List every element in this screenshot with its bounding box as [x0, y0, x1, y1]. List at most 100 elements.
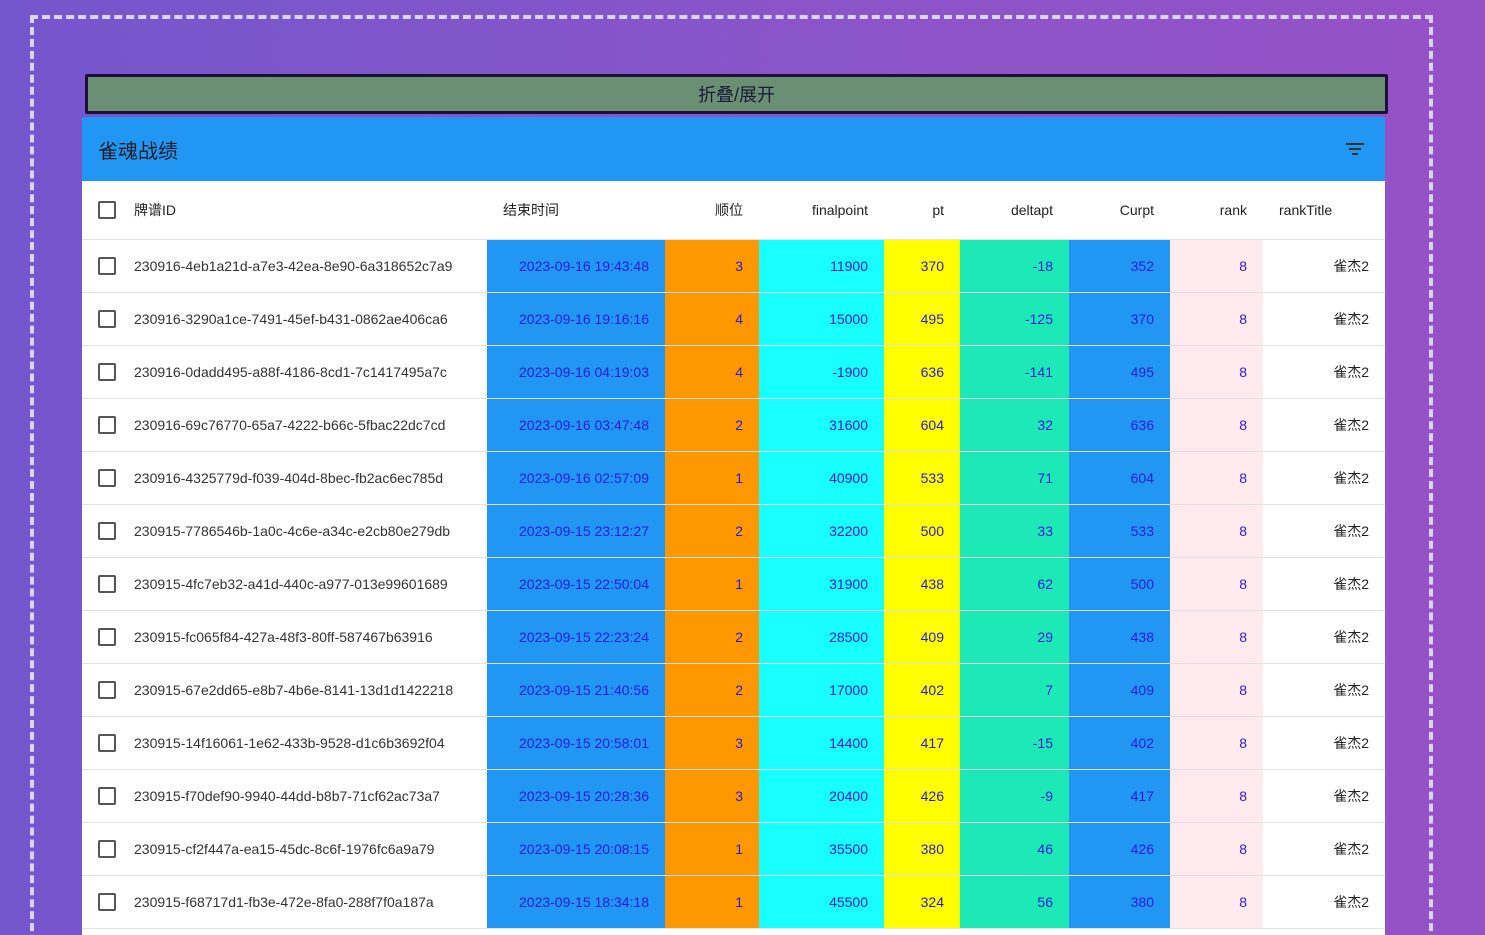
cell-pt: 324: [884, 875, 960, 929]
row-select-cell: [82, 663, 134, 717]
row-select-cell: [82, 822, 134, 876]
row-checkbox[interactable]: [98, 680, 116, 699]
cell-rank-title: 雀杰2: [1263, 610, 1385, 664]
select-all-checkbox[interactable]: [98, 200, 116, 219]
cell-rank: 8: [1170, 663, 1263, 717]
cell-finalpoint: 11900: [759, 239, 884, 293]
cell-id: 230916-4eb1a21d-a7e3-42ea-8e90-6a318652c…: [134, 239, 487, 293]
row-select-cell: [82, 398, 134, 452]
cell-deltapt: -18: [960, 239, 1069, 293]
table-row[interactable]: 230915-cf2f447a-ea15-45dc-8c6f-1976fc6a9…: [82, 822, 1385, 876]
row-checkbox[interactable]: [98, 733, 116, 752]
row-checkbox[interactable]: [98, 521, 116, 540]
row-checkbox[interactable]: [98, 309, 116, 328]
cell-rank-title: 雀杰2: [1263, 769, 1385, 823]
header-finalpoint[interactable]: finalpoint: [759, 181, 884, 240]
cell-finalpoint: 40900: [759, 451, 884, 505]
header-rank[interactable]: rank: [1170, 181, 1263, 240]
cell-rank: 8: [1170, 822, 1263, 876]
cell-deltapt: -125: [960, 292, 1069, 346]
header-rank-title[interactable]: rankTitle: [1263, 181, 1385, 240]
cell-end-time: 2023-09-15 23:12:27: [487, 504, 665, 558]
row-checkbox[interactable]: [98, 574, 116, 593]
cell-position: 3: [665, 716, 759, 770]
row-select-cell: [82, 345, 134, 399]
cell-deltapt: 62: [960, 557, 1069, 611]
table-row[interactable]: 230916-69c76770-65a7-4222-b66c-5fbac22dc…: [82, 398, 1385, 452]
table-row[interactable]: 230916-4eb1a21d-a7e3-42ea-8e90-6a318652c…: [82, 239, 1385, 293]
cell-end-time: 2023-09-16 04:19:03: [487, 345, 665, 399]
cell-end-time: 2023-09-15 21:40:56: [487, 663, 665, 717]
header-pt[interactable]: pt: [884, 181, 960, 240]
table-row[interactable]: 230916-3290a1ce-7491-45ef-b431-0862ae406…: [82, 292, 1385, 346]
cell-pt: 438: [884, 557, 960, 611]
cell-rank: 8: [1170, 557, 1263, 611]
table-row[interactable]: 230916-0dadd495-a88f-4186-8cd1-7c1417495…: [82, 345, 1385, 399]
table-row[interactable]: 230916-4325779d-f039-404d-8bec-fb2ac6ec7…: [82, 451, 1385, 505]
row-checkbox[interactable]: [98, 839, 116, 858]
cell-id: 230915-7786546b-1a0c-4c6e-a34c-e2cb80e27…: [134, 504, 487, 558]
row-select-cell: [82, 451, 134, 505]
cell-pt: 417: [884, 716, 960, 770]
row-checkbox[interactable]: [98, 892, 116, 911]
cell-rank: 8: [1170, 451, 1263, 505]
cell-end-time: 2023-09-16 19:16:16: [487, 292, 665, 346]
header-end-time[interactable]: 结束时间: [487, 181, 665, 240]
header-deltapt[interactable]: deltapt: [960, 181, 1069, 240]
cell-end-time: 2023-09-15 18:34:18: [487, 875, 665, 929]
cell-finalpoint: 32200: [759, 504, 884, 558]
row-checkbox[interactable]: [98, 468, 116, 487]
cell-finalpoint: 31900: [759, 557, 884, 611]
cell-position: 2: [665, 398, 759, 452]
row-checkbox[interactable]: [98, 786, 116, 805]
cell-id: 230916-3290a1ce-7491-45ef-b431-0862ae406…: [134, 292, 487, 346]
cell-rank-title: 雀杰2: [1263, 663, 1385, 717]
cell-deltapt: 29: [960, 610, 1069, 664]
row-checkbox[interactable]: [98, 415, 116, 434]
cell-curpt: 636: [1069, 398, 1170, 452]
cell-pt: 370: [884, 239, 960, 293]
cell-finalpoint: 28500: [759, 610, 884, 664]
cell-deltapt: 71: [960, 451, 1069, 505]
records-table: 牌谱ID 结束时间 顺位 finalpoint pt deltapt Curpt…: [82, 181, 1385, 929]
header-curpt[interactable]: Curpt: [1069, 181, 1170, 240]
table-row[interactable]: 230915-4fc7eb32-a41d-440c-a977-013e99601…: [82, 557, 1385, 611]
row-checkbox[interactable]: [98, 256, 116, 275]
cell-curpt: 533: [1069, 504, 1170, 558]
table-title: 雀魂战绩: [98, 140, 178, 163]
cell-rank: 8: [1170, 716, 1263, 770]
cell-curpt: 438: [1069, 610, 1170, 664]
filter-list-icon[interactable]: [1341, 135, 1369, 163]
cell-curpt: 500: [1069, 557, 1170, 611]
cell-position: 1: [665, 451, 759, 505]
cell-end-time: 2023-09-15 20:58:01: [487, 716, 665, 770]
cell-position: 4: [665, 345, 759, 399]
header-id[interactable]: 牌谱ID: [134, 181, 487, 240]
cell-rank-title: 雀杰2: [1263, 345, 1385, 399]
cell-end-time: 2023-09-16 03:47:48: [487, 398, 665, 452]
cell-finalpoint: 31600: [759, 398, 884, 452]
table-row[interactable]: 230915-7786546b-1a0c-4c6e-a34c-e2cb80e27…: [82, 504, 1385, 558]
cell-rank: 8: [1170, 504, 1263, 558]
cell-curpt: 426: [1069, 822, 1170, 876]
collapse-expand-button[interactable]: 折叠/展开: [85, 74, 1388, 114]
cell-finalpoint: 15000: [759, 292, 884, 346]
table-row[interactable]: 230915-67e2dd65-e8b7-4b6e-8141-13d1d1422…: [82, 663, 1385, 717]
table-row[interactable]: 230915-f68717d1-fb3e-472e-8fa0-288f7f0a1…: [82, 875, 1385, 929]
header-position[interactable]: 顺位: [665, 181, 759, 240]
cell-deltapt: 46: [960, 822, 1069, 876]
cell-rank-title: 雀杰2: [1263, 716, 1385, 770]
cell-rank: 8: [1170, 345, 1263, 399]
row-checkbox[interactable]: [98, 627, 116, 646]
row-select-cell: [82, 716, 134, 770]
cell-rank-title: 雀杰2: [1263, 398, 1385, 452]
table-row[interactable]: 230915-fc065f84-427a-48f3-80ff-587467b63…: [82, 610, 1385, 664]
table-row[interactable]: 230915-f70def90-9940-44dd-b8b7-71cf62ac7…: [82, 769, 1385, 823]
cell-position: 2: [665, 663, 759, 717]
cell-curpt: 495: [1069, 345, 1170, 399]
cell-end-time: 2023-09-15 20:28:36: [487, 769, 665, 823]
row-checkbox[interactable]: [98, 362, 116, 381]
cell-rank-title: 雀杰2: [1263, 557, 1385, 611]
table-row[interactable]: 230915-14f16061-1e62-433b-9528-d1c6b3692…: [82, 716, 1385, 770]
cell-curpt: 409: [1069, 663, 1170, 717]
